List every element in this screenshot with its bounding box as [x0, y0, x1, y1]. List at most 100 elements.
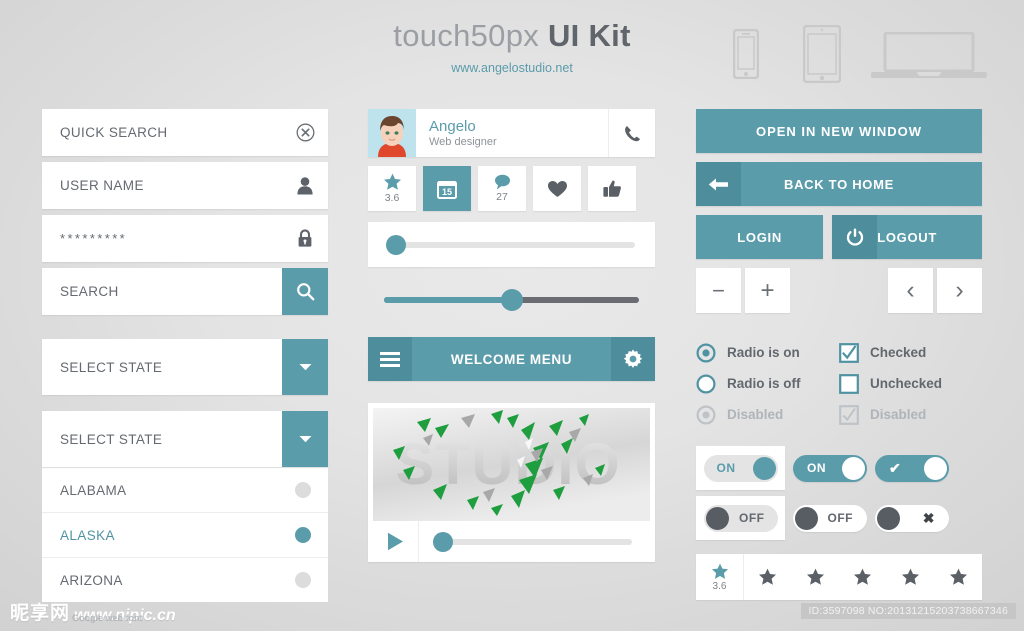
star-icon	[854, 568, 872, 585]
list-item[interactable]: ALABAMA	[42, 467, 328, 512]
select-state-closed-label: SELECT STATE	[60, 359, 163, 375]
toggle-on-teal[interactable]: ON	[793, 454, 867, 482]
search-field[interactable]: SEARCH	[42, 268, 328, 315]
toggle-knob[interactable]	[877, 506, 900, 530]
toggle-off-white[interactable]: OFF	[793, 504, 867, 532]
slider-handle[interactable]	[500, 289, 523, 311]
user-name-field[interactable]: USER NAME	[42, 162, 328, 209]
video-progress-track[interactable]	[433, 531, 632, 552]
toggle-off-cross[interactable]: ✖	[875, 504, 949, 532]
radio-on-label: Radio is on	[727, 345, 800, 360]
star-item[interactable]	[839, 568, 887, 586]
select-state-open-header[interactable]: SELECT STATE	[42, 411, 328, 467]
slider-handle[interactable]	[386, 234, 406, 255]
login-button[interactable]: LOGIN	[696, 215, 824, 259]
toggle-knob[interactable]	[752, 456, 776, 480]
radio-on-icon	[696, 343, 716, 362]
welcome-menu-title: WELCOME MENU	[450, 351, 573, 367]
next-button[interactable]: ›	[937, 268, 982, 313]
password-field[interactable]: *********	[42, 215, 328, 262]
video-thumbnail[interactable]: STUDIO	[373, 408, 650, 521]
minus-button[interactable]: −	[696, 268, 741, 313]
slider-track[interactable]	[386, 234, 635, 255]
caret-down-icon[interactable]	[282, 339, 328, 395]
toggle-knob[interactable]	[924, 456, 947, 480]
toggle-knob[interactable]	[795, 506, 818, 530]
search-button[interactable]	[282, 268, 328, 315]
chevron-left-icon: ‹	[906, 276, 915, 304]
checkbox-checked[interactable]: Checked	[839, 337, 982, 368]
user-name-label: USER NAME	[60, 178, 144, 193]
search-icon	[296, 283, 314, 301]
settings-button[interactable]	[611, 337, 655, 381]
stat-comment[interactable]: 27	[478, 166, 526, 211]
quick-search-field[interactable]: QUICK SEARCH	[42, 109, 328, 156]
radio-group: Radio is on Radio is off Disabled	[696, 337, 839, 430]
star-item[interactable]	[887, 568, 935, 586]
play-button[interactable]	[373, 521, 419, 562]
toggle-on-check[interactable]: ✔	[875, 454, 949, 482]
select-state-open: SELECT STATE ALABAMA ALASKA ARIZONA	[42, 411, 328, 602]
stat-thumbs-up[interactable]	[588, 166, 636, 211]
user-icon	[282, 176, 328, 195]
select-state-closed[interactable]: SELECT STATE	[42, 339, 328, 395]
star-rating-value-cell[interactable]: 3.6	[696, 554, 744, 600]
caret-down-icon[interactable]	[282, 411, 328, 467]
radio-disabled-icon	[696, 405, 716, 424]
profile-card: Angelo Web designer	[368, 109, 655, 157]
radio-on[interactable]: Radio is on	[696, 337, 839, 368]
hamburger-menu-button[interactable]	[368, 337, 412, 381]
checkbox-disabled-icon	[839, 404, 859, 425]
toggle-check-glyph: ✔	[889, 459, 902, 476]
option-radio-dot[interactable]	[295, 572, 311, 588]
checkbox-unchecked-label: Unchecked	[870, 376, 943, 391]
back-to-home-button[interactable]: BACK TO HOME	[696, 162, 982, 206]
fine-print: Google web font	[72, 613, 143, 623]
phone-icon	[624, 125, 640, 141]
toggle-on-label-2: ON	[807, 461, 826, 475]
star-item[interactable]	[792, 568, 840, 586]
circle-close-icon[interactable]	[282, 123, 328, 142]
device-icons	[715, 22, 987, 84]
option-label: ALABAMA	[60, 482, 127, 498]
plus-glyph: +	[760, 276, 775, 304]
profile-name: Angelo	[429, 117, 476, 135]
option-radio-dot[interactable]	[295, 482, 311, 498]
search-label: SEARCH	[60, 284, 119, 299]
radio-off[interactable]: Radio is off	[696, 368, 839, 399]
checkbox-disabled-label: Disabled	[870, 407, 927, 422]
slider-track[interactable]	[384, 289, 639, 311]
arrow-left-icon[interactable]	[696, 162, 741, 206]
video-player: STUDIO	[368, 403, 655, 562]
option-radio-dot[interactable]	[295, 527, 311, 543]
video-progress-handle[interactable]	[433, 531, 453, 552]
open-in-new-window-button[interactable]: OPEN IN NEW WINDOW	[696, 109, 982, 153]
checkbox-unchecked[interactable]: Unchecked	[839, 368, 982, 399]
stat-star[interactable]: 3.6	[368, 166, 416, 211]
toggle-switches: ON ON ✔ OFF OFF ✖	[696, 446, 982, 540]
power-icon[interactable]	[832, 215, 878, 259]
star-icon	[759, 568, 777, 585]
star-item[interactable]	[744, 568, 792, 586]
stat-calendar[interactable]: 15	[423, 166, 471, 211]
checkbox-disabled: Disabled	[839, 399, 982, 430]
toggle-off-card[interactable]: OFF	[696, 496, 785, 540]
chevron-right-icon: ›	[955, 276, 964, 304]
call-button[interactable]	[608, 109, 655, 157]
toggle-knob[interactable]	[705, 506, 729, 530]
star-item[interactable]	[934, 568, 982, 586]
list-item[interactable]: ALASKA	[42, 512, 328, 557]
comment-icon	[494, 174, 510, 190]
star-icon	[806, 568, 824, 585]
toggle-knob[interactable]	[842, 456, 865, 480]
plus-button[interactable]: +	[745, 268, 790, 313]
slider-bare[interactable]	[368, 285, 655, 315]
prev-button[interactable]: ‹	[888, 268, 933, 313]
toggle-on-card[interactable]: ON	[696, 446, 785, 490]
stat-heart[interactable]	[533, 166, 581, 211]
logout-button[interactable]: LOGOUT	[832, 215, 982, 259]
page-title-light: touch50px	[393, 18, 540, 53]
welcome-menu-bar[interactable]: WELCOME MENU	[368, 337, 655, 381]
gear-icon	[623, 349, 643, 368]
slider-card[interactable]	[368, 222, 655, 267]
